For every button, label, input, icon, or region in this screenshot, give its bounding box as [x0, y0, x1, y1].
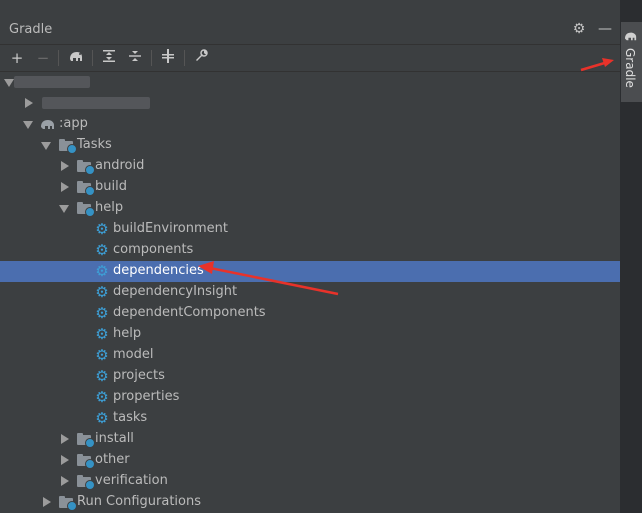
collapse-all-icon[interactable] [125, 48, 145, 68]
task-label: model [113, 347, 154, 362]
tree-row-android[interactable]: android [0, 156, 620, 177]
gradle-side-tab[interactable]: Gradle [621, 22, 642, 102]
task-item[interactable]: ⚙ dependentComponents [0, 303, 620, 324]
gear-icon: ⚙ [95, 241, 109, 259]
toolbar-separator [151, 50, 152, 66]
toggle-offline-icon[interactable] [158, 48, 178, 68]
task-folder-icon [59, 139, 77, 154]
collapsed-arrow-icon[interactable] [25, 98, 33, 108]
expanded-arrow-icon[interactable] [59, 205, 69, 213]
toolbar-separator [58, 50, 59, 66]
task-folder-icon [59, 496, 77, 511]
task-item[interactable]: ⚙ dependencyInsight [0, 282, 620, 303]
collapsed-arrow-icon[interactable] [61, 182, 69, 192]
expand-all-icon[interactable] [99, 48, 119, 68]
gear-icon: ⚙ [95, 346, 109, 364]
task-folder-icon [77, 433, 95, 448]
expanded-arrow-icon[interactable] [41, 142, 51, 150]
tree-label: Run Configurations [77, 494, 201, 509]
tree-label: android [95, 158, 145, 173]
task-folder-icon [77, 475, 95, 490]
panel-header: Gradle ⚙ — [0, 16, 620, 45]
task-folder-icon [77, 181, 95, 196]
task-item[interactable]: ⚙ projects [0, 366, 620, 387]
redacted-module-name [42, 97, 150, 109]
tree-label: Tasks [77, 137, 112, 152]
tree-row-app[interactable]: :app [0, 114, 620, 135]
tree-label: other [95, 452, 130, 467]
add-icon[interactable]: + [7, 48, 27, 68]
gear-icon: ⚙ [95, 409, 109, 427]
task-folder-icon [77, 160, 95, 175]
tree-label: install [95, 431, 134, 446]
task-folder-icon [77, 454, 95, 469]
task-folder-icon [77, 202, 95, 217]
gear-icon: ⚙ [95, 262, 109, 280]
task-label: projects [113, 368, 165, 383]
tree-row-tasks[interactable]: Tasks [0, 135, 620, 156]
gear-icon: ⚙ [95, 283, 109, 301]
collapsed-arrow-icon[interactable] [61, 434, 69, 444]
task-label: buildEnvironment [113, 221, 228, 236]
right-tool-strip: Gradle [621, 16, 642, 513]
task-item-selected[interactable]: ⚙ dependencies [0, 261, 620, 282]
tree-row-root[interactable] [0, 72, 620, 93]
task-item[interactable]: ⚙ buildEnvironment [0, 219, 620, 240]
gear-icon: ⚙ [95, 388, 109, 406]
task-label: components [113, 242, 194, 257]
side-tab-label: Gradle [623, 48, 637, 88]
task-item[interactable]: ⚙ properties [0, 387, 620, 408]
gear-icon: ⚙ [95, 220, 109, 238]
remove-icon[interactable]: − [33, 48, 53, 68]
task-item[interactable]: ⚙ help [0, 324, 620, 345]
redacted-project-name [14, 76, 90, 88]
minimize-icon[interactable]: — [596, 20, 614, 38]
toolbar-separator [92, 50, 93, 66]
gradle-tool-window: Gradle ⚙ — + −:app Tasks android build … [0, 0, 620, 513]
gear-icon: ⚙ [95, 367, 109, 385]
expanded-arrow-icon[interactable] [4, 79, 14, 87]
gradle-task-tree: :app Tasks android build help ⚙ buildEnv… [0, 72, 620, 513]
gear-icon[interactable]: ⚙ [570, 20, 588, 38]
task-label: help [113, 326, 142, 341]
gear-icon: ⚙ [95, 304, 109, 322]
tree-row-verification[interactable]: verification [0, 471, 620, 492]
collapsed-arrow-icon[interactable] [61, 476, 69, 486]
task-label: dependencyInsight [113, 284, 238, 299]
tree-label: build [95, 179, 127, 194]
task-item[interactable]: ⚙ components [0, 240, 620, 261]
gradle-elephant-icon[interactable] [66, 48, 86, 68]
tree-label: verification [95, 473, 168, 488]
tree-row-module[interactable] [0, 93, 620, 114]
task-item[interactable]: ⚙ model [0, 345, 620, 366]
collapsed-arrow-icon[interactable] [61, 161, 69, 171]
tree-label: :app [59, 116, 88, 131]
gradle-elephant-icon [625, 32, 637, 41]
tree-row-build[interactable]: build [0, 177, 620, 198]
task-label: dependentComponents [113, 305, 266, 320]
tree-row-run-configurations[interactable]: Run Configurations [0, 492, 620, 513]
gear-icon: ⚙ [95, 325, 109, 343]
collapsed-arrow-icon[interactable] [43, 497, 51, 507]
gradle-module-icon [41, 120, 54, 129]
tree-row-help[interactable]: help [0, 198, 620, 219]
task-label: tasks [113, 410, 148, 425]
task-label: dependencies [113, 263, 204, 278]
wrench-icon[interactable] [191, 48, 211, 68]
toolbar-separator [184, 50, 185, 66]
collapsed-arrow-icon[interactable] [61, 455, 69, 465]
task-label: properties [113, 389, 180, 404]
task-item[interactable]: ⚙ tasks [0, 408, 620, 429]
tree-row-other[interactable]: other [0, 450, 620, 471]
panel-title: Gradle [9, 22, 53, 37]
expanded-arrow-icon[interactable] [23, 121, 33, 129]
tree-row-install[interactable]: install [0, 429, 620, 450]
tree-label: help [95, 200, 124, 215]
gradle-toolbar: + − [0, 45, 620, 72]
